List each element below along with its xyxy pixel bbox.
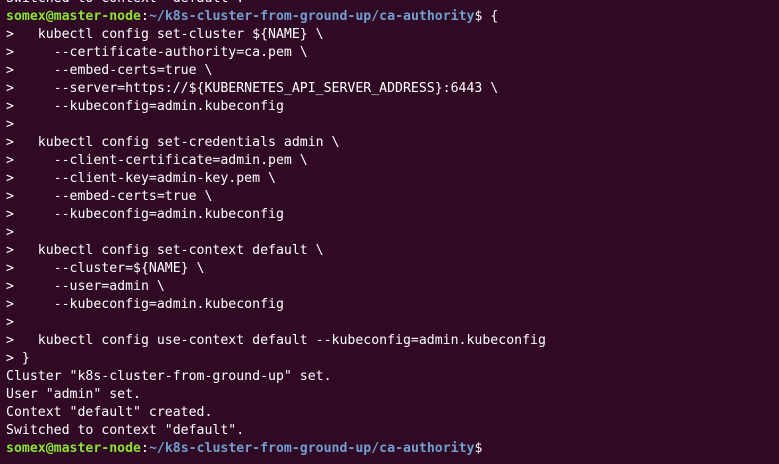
output-line: > bbox=[6, 315, 14, 330]
output-line: > --kubeconfig=admin.kubeconfig bbox=[6, 297, 284, 312]
output-line: > bbox=[6, 225, 14, 240]
output-line: Switched to context "default". bbox=[6, 0, 776, 8]
output-line: > --embed-certs=true \ bbox=[6, 189, 213, 204]
output-line: > --cluster=${NAME} \ bbox=[6, 261, 205, 276]
output-line: > kubectl config set-cluster ${NAME} \ bbox=[6, 27, 324, 42]
prompt-separator: : bbox=[140, 9, 149, 24]
output-line: > bbox=[6, 117, 14, 132]
output-line: > --client-certificate=admin.pem \ bbox=[6, 153, 308, 168]
output-line: User "admin" set. bbox=[6, 387, 141, 402]
prompt-symbol: $ bbox=[474, 9, 491, 24]
output-line: > --user=admin \ bbox=[6, 279, 165, 294]
output-line: > --certificate-authority=ca.pem \ bbox=[6, 45, 308, 60]
output-line: Switched to context "default". bbox=[6, 423, 245, 438]
output-line: > --server=https://${KUBERNETES_API_SERV… bbox=[6, 81, 499, 96]
prompt-path: ~/k8s-cluster-from-ground-up/ca-authorit… bbox=[148, 9, 475, 24]
prompt-line: somex@master-node:~/k8s-cluster-from-gro… bbox=[6, 8, 776, 26]
terminal-output[interactable]: Switched to context "default".somex@mast… bbox=[6, 0, 776, 458]
output-line: > --client-key=admin-key.pem \ bbox=[6, 171, 276, 186]
output-line: Context "default" created. bbox=[6, 405, 213, 420]
prompt-user: somex@master-node bbox=[6, 441, 141, 456]
prompt-symbol: $ bbox=[474, 441, 483, 456]
prompt-path: ~/k8s-cluster-from-ground-up/ca-authorit… bbox=[148, 441, 475, 456]
output-line: > --embed-certs=true \ bbox=[6, 63, 213, 78]
output-line: > kubectl config set-context default \ bbox=[6, 243, 324, 258]
output-line: > kubectl config set-credentials admin \ bbox=[6, 135, 340, 150]
output-line: > } bbox=[6, 351, 30, 366]
output-line: > --kubeconfig=admin.kubeconfig bbox=[6, 207, 284, 222]
output-line: > --kubeconfig=admin.kubeconfig bbox=[6, 99, 284, 114]
prompt-user: somex@master-node bbox=[6, 9, 141, 24]
prompt-line: somex@master-node:~/k8s-cluster-from-gro… bbox=[6, 440, 776, 458]
output-line: Cluster "k8s-cluster-from-ground-up" set… bbox=[6, 369, 332, 384]
output-line: > kubectl config use-context default --k… bbox=[6, 333, 546, 348]
prompt-command[interactable]: { bbox=[490, 9, 498, 24]
terminal-window[interactable]: Switched to context "default".somex@mast… bbox=[0, 0, 779, 464]
prompt-separator: : bbox=[140, 441, 149, 456]
